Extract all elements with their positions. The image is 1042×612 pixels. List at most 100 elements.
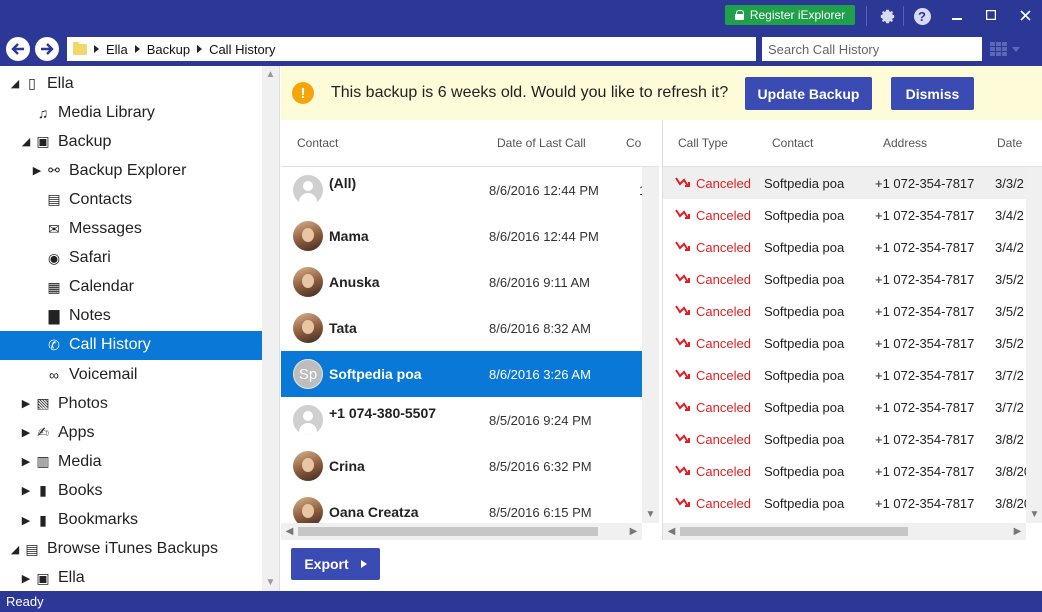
call-row[interactable]: Canceled Softpedia poa +1 072-354-7817 3/8/… bbox=[663, 423, 1027, 455]
sidebar-item-browse-itunes-backups[interactable]: ◢ ▤ Browse iTunes Backups bbox=[0, 535, 262, 564]
forward-button[interactable] bbox=[35, 37, 59, 61]
contacts-horizontal-scrollbar[interactable]: ◀ ▶ bbox=[281, 523, 642, 540]
expand-arrow-icon[interactable]: ▶ bbox=[21, 397, 31, 410]
expand-arrow-icon[interactable]: ▶ bbox=[32, 164, 42, 177]
breadcrumb-item[interactable]: Backup bbox=[147, 42, 190, 57]
scroll-right-icon[interactable]: ▶ bbox=[625, 523, 642, 540]
collapse-arrow-icon[interactable]: ◢ bbox=[21, 135, 31, 148]
contact-row[interactable]: Sp Softpedia poa 8/6/2016 3:26 AM bbox=[281, 351, 642, 397]
sidebar-item-bookmarks[interactable]: ▶ ▮ Bookmarks bbox=[0, 506, 262, 535]
media-icon: ▥ bbox=[36, 453, 50, 470]
column-header-contact[interactable]: Contact bbox=[772, 120, 813, 166]
missed-call-icon bbox=[675, 305, 690, 315]
sidebar-item-voicemail[interactable]: ∞ Voicemail bbox=[0, 360, 262, 389]
sidebar-item-messages[interactable]: ✉ Messages bbox=[0, 215, 262, 244]
scroll-down-icon[interactable]: ▼ bbox=[642, 506, 659, 523]
call-contact: Softpedia poa bbox=[764, 304, 845, 319]
call-row[interactable]: Canceled Softpedia poa +1 072-354-7817 3/3/… bbox=[663, 167, 1027, 199]
column-header-count[interactable]: Co bbox=[626, 120, 641, 166]
register-button[interactable]: Register iExplorer bbox=[725, 5, 855, 25]
sidebar-item-media[interactable]: ▶ ▥ Media bbox=[0, 447, 262, 476]
expand-arrow-icon[interactable]: ▶ bbox=[21, 455, 31, 468]
search-input[interactable] bbox=[762, 37, 982, 61]
breadcrumb-item[interactable]: Call History bbox=[209, 42, 275, 57]
sidebar-item-apps[interactable]: ▶ ✍ Apps bbox=[0, 418, 262, 447]
title-bar: Register iExplorer ? bbox=[0, 0, 1042, 32]
call-row[interactable]: Canceled Softpedia poa +1 072-354-7817 3/5/… bbox=[663, 263, 1027, 295]
close-button[interactable] bbox=[1010, 4, 1040, 26]
sidebar-item-call-history[interactable]: ✆ Call History bbox=[0, 330, 262, 360]
sidebar-item-contacts[interactable]: ▤ Contacts bbox=[0, 185, 262, 214]
export-button[interactable]: Export bbox=[291, 548, 380, 580]
expand-arrow-icon[interactable]: ▶ bbox=[21, 514, 31, 527]
maximize-button[interactable] bbox=[976, 4, 1006, 26]
collapse-arrow-icon[interactable]: ◢ bbox=[10, 77, 20, 90]
contacts-vertical-scrollbar[interactable]: ▼ bbox=[642, 167, 659, 523]
sidebar-item-notes[interactable]: ▇ Notes bbox=[0, 302, 262, 331]
contact-row[interactable]: Anuska 8/6/2016 9:11 AM bbox=[281, 259, 642, 305]
call-row[interactable]: Canceled Softpedia poa +1 072-354-7817 3/7/… bbox=[663, 391, 1027, 423]
sidebar-item-backup[interactable]: ◢ ▣ Backup bbox=[0, 127, 262, 156]
scroll-right-icon[interactable]: ▶ bbox=[1009, 523, 1026, 540]
minimize-button[interactable] bbox=[942, 4, 972, 26]
expand-arrow-icon[interactable]: ▶ bbox=[21, 426, 31, 439]
call-row[interactable]: Canceled Softpedia poa +1 072-354-7817 3/5/… bbox=[663, 295, 1027, 327]
sidebar-item-photos[interactable]: ▶ ▧ Photos bbox=[0, 389, 262, 418]
calls-horizontal-scrollbar[interactable]: ◀ ▶ bbox=[663, 523, 1026, 540]
contact-row[interactable]: Tata 8/6/2016 8:32 AM bbox=[281, 305, 642, 351]
sidebar-item-media-library[interactable]: ♫ Media Library bbox=[0, 98, 262, 127]
sidebar-item-label: Ella bbox=[58, 569, 85, 587]
contact-row[interactable]: Mama 8/6/2016 12:44 PM bbox=[281, 213, 642, 259]
calls-vertical-scrollbar[interactable]: ▼ bbox=[1026, 167, 1042, 523]
scroll-thumb[interactable] bbox=[680, 527, 908, 536]
sidebar-item-backup-explorer[interactable]: ▶ ⚯ Backup Explorer bbox=[0, 156, 262, 185]
call-contact: Softpedia poa bbox=[764, 208, 845, 223]
collapse-arrow-icon[interactable]: ◢ bbox=[10, 543, 20, 556]
column-header-date-of-last-call[interactable]: Date of Last Call bbox=[497, 120, 586, 166]
call-type: Canceled bbox=[696, 464, 751, 479]
call-row[interactable]: Canceled Softpedia poa +1 072-354-7817 3/8/… bbox=[663, 455, 1031, 487]
column-header-call-type[interactable]: Call Type bbox=[678, 120, 728, 166]
sidebar-scrollbar[interactable]: ▲ ▼ bbox=[262, 66, 279, 591]
scroll-left-icon[interactable]: ◀ bbox=[281, 523, 298, 540]
contact-row[interactable]: (All)8/6/2016 12:44 PM1 bbox=[281, 167, 646, 213]
call-address: +1 072-354-7817 bbox=[875, 432, 975, 447]
call-row[interactable]: Canceled Softpedia poa +1 072-354-7817 3/5/… bbox=[663, 327, 1027, 359]
contact-name: Crina bbox=[329, 458, 365, 474]
scroll-thumb[interactable] bbox=[298, 527, 598, 536]
contact-row[interactable]: +1 074-380-5507 8/5/2016 9:24 PM bbox=[281, 397, 642, 443]
update-backup-button[interactable]: Update Backup bbox=[745, 77, 872, 110]
contacts-list: Contact Date of Last Call Co (All) 8/6/20… bbox=[281, 120, 659, 540]
expand-arrow-icon[interactable]: ▶ bbox=[21, 572, 31, 585]
scroll-down-icon[interactable]: ▼ bbox=[1026, 506, 1042, 523]
column-header-date[interactable]: Date bbox=[997, 120, 1022, 166]
contact-row[interactable]: Crina 8/5/2016 6:32 PM bbox=[281, 443, 642, 489]
gear-icon[interactable] bbox=[876, 5, 898, 27]
expand-arrow-icon[interactable]: ▶ bbox=[21, 484, 31, 497]
dismiss-button[interactable]: Dismiss bbox=[891, 77, 974, 110]
column-header-address[interactable]: Address bbox=[883, 120, 927, 166]
sidebar-item-safari[interactable]: ◉ Safari bbox=[0, 244, 262, 273]
scroll-up-icon[interactable]: ▲ bbox=[262, 66, 279, 83]
column-header-contact[interactable]: Contact bbox=[297, 120, 338, 166]
call-row[interactable]: Canceled Softpedia poa +1 072-354-7817 3/4/… bbox=[663, 231, 1027, 263]
breadcrumb-item[interactable]: Ella bbox=[106, 42, 128, 57]
call-address: +1 072-354-7817 bbox=[875, 400, 975, 415]
call-row[interactable]: Canceled Softpedia poa +1 072-354-7817 3/7/… bbox=[663, 359, 1027, 391]
call-address: +1 072-354-7817 bbox=[875, 496, 975, 511]
call-row[interactable]: Canceled Softpedia poa +1 072-354-7817 3/8/… bbox=[663, 487, 1031, 519]
sidebar-item-books[interactable]: ▶ ▮ Books bbox=[0, 476, 262, 505]
sidebar-item-label: Ella bbox=[47, 74, 74, 92]
call-address: +1 072-354-7817 bbox=[875, 464, 975, 479]
help-icon[interactable]: ? bbox=[911, 5, 933, 27]
call-row[interactable]: Canceled Softpedia poa +1 072-354-7817 3/4/… bbox=[663, 199, 1027, 231]
scroll-left-icon[interactable]: ◀ bbox=[663, 523, 680, 540]
scroll-down-icon[interactable]: ▼ bbox=[262, 574, 279, 591]
back-button[interactable] bbox=[6, 37, 30, 61]
view-mode-button[interactable] bbox=[990, 40, 1034, 58]
call-type: Canceled bbox=[696, 272, 751, 287]
sidebar-item-ella[interactable]: ◢ ▯ Ella bbox=[0, 69, 262, 98]
sidebar-item-calendar[interactable]: ▦ Calendar bbox=[0, 273, 262, 302]
sidebar-item-ella[interactable]: ▶ ▣ Ella bbox=[0, 564, 262, 591]
contact-card-icon: ▤ bbox=[47, 191, 61, 208]
